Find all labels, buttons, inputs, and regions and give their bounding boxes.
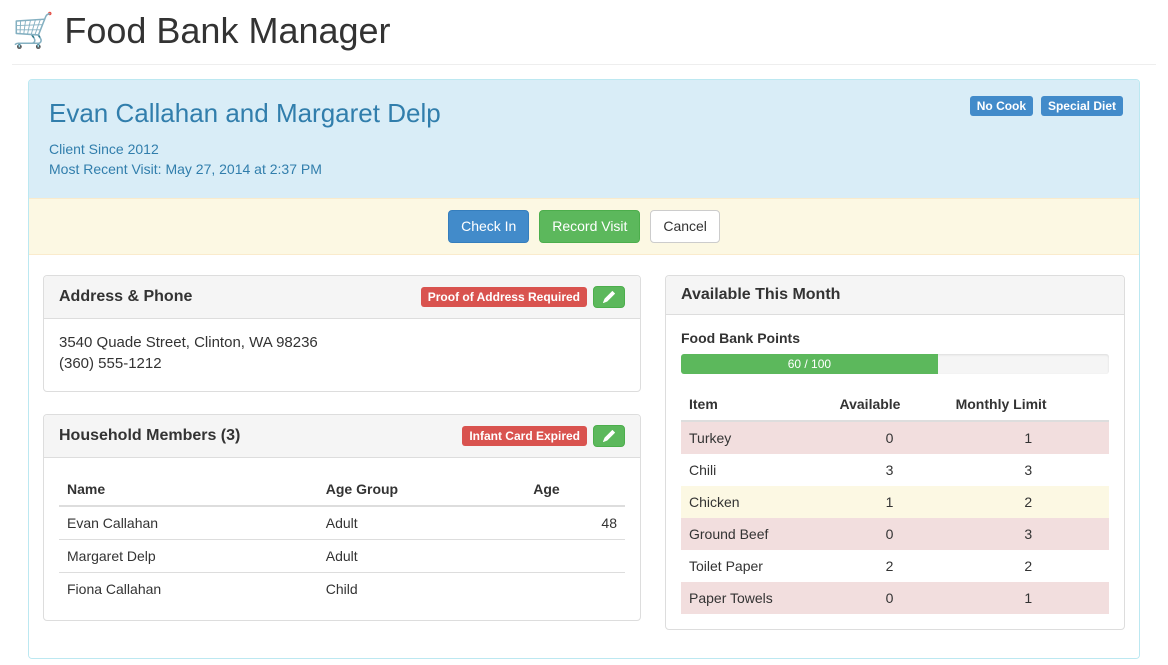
item-limit: 1 [948, 582, 1109, 614]
item-available: 0 [832, 582, 948, 614]
points-progress: 60 / 100 [681, 354, 1109, 374]
available-card-body: Food Bank Points 60 / 100 Item Available… [666, 315, 1124, 629]
pencil-icon [603, 291, 615, 303]
client-badges: No Cook Special Diet [966, 96, 1123, 116]
phone-line: (360) 555-1212 [59, 355, 625, 372]
household-card-body: Name Age Group Age Evan CallahanAdult48M… [44, 458, 640, 620]
item-name: Turkey [681, 421, 832, 454]
table-row: Ground Beef03 [681, 518, 1109, 550]
edit-address-button[interactable] [593, 286, 625, 308]
available-card-header: Available This Month [666, 276, 1124, 315]
member-age-group: Adult [318, 540, 526, 573]
member-age: 48 [525, 506, 625, 540]
address-card: Address & Phone Proof of Address Require… [43, 275, 641, 392]
client-panel: Evan Callahan and Margaret Delp Client S… [28, 79, 1140, 659]
item-name: Chicken [681, 486, 832, 518]
household-card-header: Household Members (3) Infant Card Expire… [44, 415, 640, 458]
col-limit: Monthly Limit [948, 388, 1109, 421]
badge-no-cook: No Cook [970, 96, 1033, 116]
item-available: 1 [832, 486, 948, 518]
item-available: 3 [832, 454, 948, 486]
client-name: Evan Callahan and Margaret Delp [49, 98, 1119, 129]
available-card: Available This Month Food Bank Points 60… [665, 275, 1125, 630]
member-age [525, 540, 625, 573]
item-limit: 2 [948, 486, 1109, 518]
address-line: 3540 Quade Street, Clinton, WA 98236 [59, 334, 625, 351]
address-card-title: Address & Phone [59, 288, 192, 306]
member-age-group: Child [318, 573, 526, 606]
col-age-group: Age Group [318, 473, 526, 506]
table-row: Paper Towels01 [681, 582, 1109, 614]
member-age-group: Adult [318, 506, 526, 540]
table-row: Chili33 [681, 454, 1109, 486]
available-card-title: Available This Month [681, 286, 840, 304]
item-name: Toilet Paper [681, 550, 832, 582]
item-available: 2 [832, 550, 948, 582]
item-available: 0 [832, 421, 948, 454]
item-name: Ground Beef [681, 518, 832, 550]
client-since: Client Since 2012 [49, 139, 1119, 159]
item-name: Paper Towels [681, 582, 832, 614]
household-warning-label: Infant Card Expired [462, 426, 587, 446]
client-recent-visit: Most Recent Visit: May 27, 2014 at 2:37 … [49, 159, 1119, 179]
record-visit-button[interactable]: Record Visit [539, 210, 640, 244]
action-bar: Check In Record Visit Cancel [29, 198, 1139, 256]
recent-visit-label: Most Recent Visit: [49, 161, 165, 177]
edit-household-button[interactable] [593, 425, 625, 447]
address-warning-label: Proof of Address Required [421, 287, 587, 307]
address-card-body: 3540 Quade Street, Clinton, WA 98236 (36… [44, 319, 640, 391]
household-card-title: Household Members (3) [59, 427, 240, 445]
household-card: Household Members (3) Infant Card Expire… [43, 414, 641, 621]
items-table: Item Available Monthly Limit Turkey01Chi… [681, 388, 1109, 614]
table-row: Evan CallahanAdult48 [59, 506, 625, 540]
right-column: Available This Month Food Bank Points 60… [665, 275, 1125, 652]
item-limit: 2 [948, 550, 1109, 582]
member-name: Evan Callahan [59, 506, 318, 540]
household-table: Name Age Group Age Evan CallahanAdult48M… [59, 473, 625, 605]
pencil-icon [603, 430, 615, 442]
app-title: Food Bank Manager [64, 10, 390, 52]
client-header: Evan Callahan and Margaret Delp Client S… [29, 80, 1139, 198]
client-meta: Client Since 2012 Most Recent Visit: May… [49, 139, 1119, 180]
points-progress-bar: 60 / 100 [681, 354, 938, 374]
points-label: Food Bank Points [681, 330, 1109, 346]
col-item: Item [681, 388, 832, 421]
table-row: Chicken12 [681, 486, 1109, 518]
item-limit: 3 [948, 454, 1109, 486]
app-header: 🛒 Food Bank Manager [12, 0, 1156, 65]
col-name: Name [59, 473, 318, 506]
item-name: Chili [681, 454, 832, 486]
table-row: Margaret DelpAdult [59, 540, 625, 573]
cart-icon: 🛒 [12, 14, 54, 48]
table-row: Toilet Paper22 [681, 550, 1109, 582]
left-column: Address & Phone Proof of Address Require… [43, 275, 641, 643]
item-limit: 1 [948, 421, 1109, 454]
col-age: Age [525, 473, 625, 506]
address-card-header: Address & Phone Proof of Address Require… [44, 276, 640, 319]
col-available: Available [832, 388, 948, 421]
check-in-button[interactable]: Check In [448, 210, 529, 244]
table-row: Turkey01 [681, 421, 1109, 454]
item-limit: 3 [948, 518, 1109, 550]
table-row: Fiona CallahanChild [59, 573, 625, 606]
member-name: Fiona Callahan [59, 573, 318, 606]
cancel-button[interactable]: Cancel [650, 210, 720, 244]
recent-visit-value: May 27, 2014 at 2:37 PM [165, 161, 321, 177]
member-age [525, 573, 625, 606]
content-body: Address & Phone Proof of Address Require… [29, 255, 1139, 658]
member-name: Margaret Delp [59, 540, 318, 573]
item-available: 0 [832, 518, 948, 550]
badge-special-diet: Special Diet [1041, 96, 1123, 116]
